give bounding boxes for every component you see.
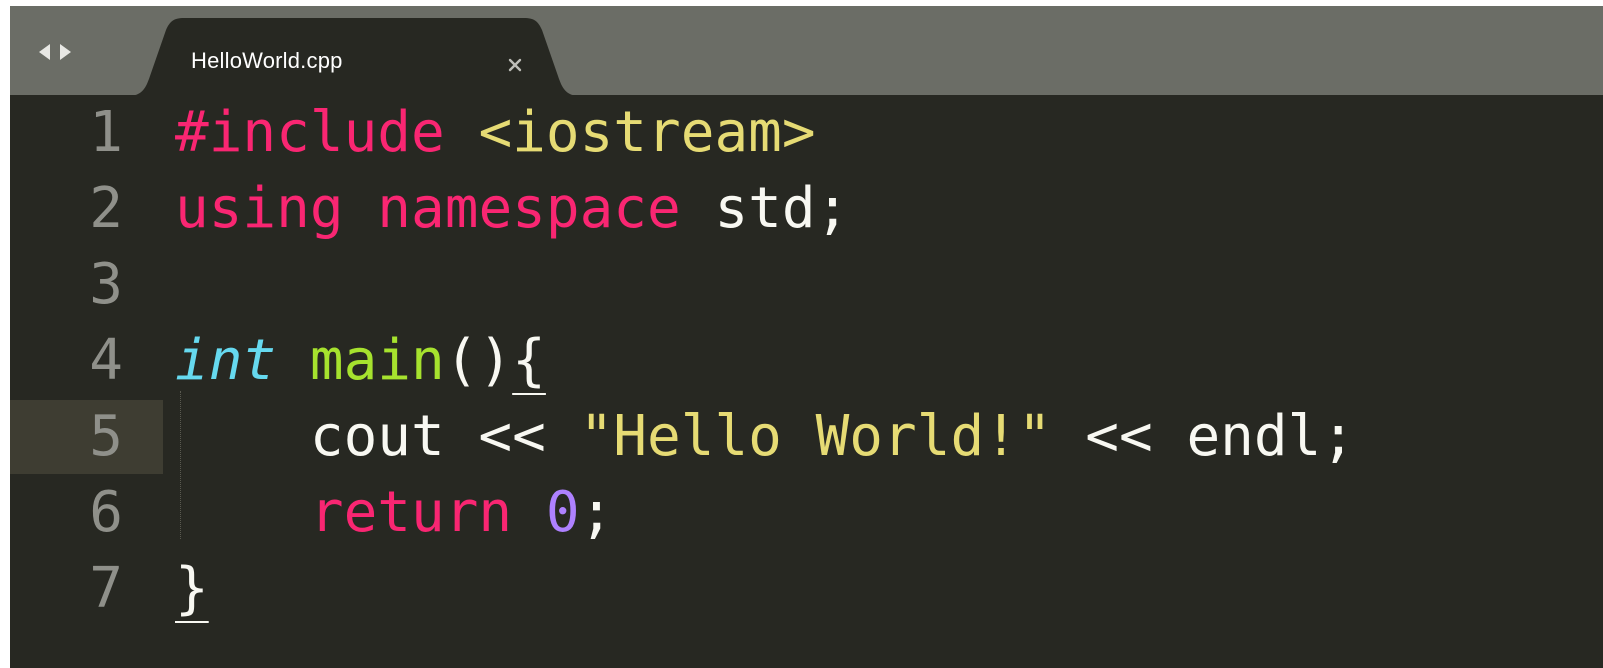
code-line[interactable]: 1 #include <iostream> bbox=[10, 95, 1603, 171]
tab-label: HelloWorld.cpp bbox=[191, 48, 343, 73]
line-number: 7 bbox=[89, 556, 123, 621]
code-token: } bbox=[175, 556, 209, 621]
code-text[interactable]: return 0; bbox=[175, 475, 613, 551]
line-number: 3 bbox=[89, 252, 123, 317]
code-token: () bbox=[444, 328, 513, 393]
line-number: 1 bbox=[89, 100, 123, 165]
editor-window: HelloWorld.cpp 1 #include <iostream> 2 usin… bbox=[10, 6, 1603, 668]
line-number: 6 bbox=[89, 480, 123, 545]
code-text[interactable]: using namespace std; bbox=[175, 171, 849, 247]
line-number: 4 bbox=[89, 328, 123, 393]
code-token: namespace bbox=[377, 176, 681, 241]
close-icon[interactable] bbox=[506, 56, 524, 74]
code-token: using bbox=[175, 176, 344, 241]
line-number: 2 bbox=[89, 176, 123, 241]
right-arrow-icon[interactable] bbox=[58, 43, 72, 66]
code-text[interactable]: #include <iostream> bbox=[175, 95, 816, 171]
code-text[interactable]: } bbox=[175, 551, 209, 627]
code-token: #include bbox=[175, 100, 445, 165]
code-editor[interactable]: 1 #include <iostream> 2 using namespace std… bbox=[10, 95, 1603, 668]
code-text[interactable]: int main(){ bbox=[175, 323, 546, 399]
code-text[interactable]: cout << "Hello World!" << endl; bbox=[175, 399, 1355, 475]
code-token: main bbox=[309, 328, 445, 393]
code-line[interactable]: 2 using namespace std; bbox=[10, 171, 1603, 247]
code-token: return bbox=[309, 480, 513, 545]
code-line[interactable]: 7} bbox=[10, 551, 1603, 627]
left-arrow-icon[interactable] bbox=[38, 43, 52, 66]
code-token: ; bbox=[579, 480, 614, 545]
tab-helloworld[interactable]: HelloWorld.cpp bbox=[128, 18, 580, 96]
code-token: <iostream> bbox=[478, 100, 816, 165]
code-token: { bbox=[512, 328, 546, 393]
line-number: 5 bbox=[89, 404, 123, 469]
code-token: std; bbox=[680, 176, 850, 241]
code-token: << endl; bbox=[1051, 404, 1356, 469]
code-token: cout << bbox=[175, 404, 580, 469]
code-line[interactable]: 6 return 0; bbox=[10, 475, 1603, 551]
tab-bar: HelloWorld.cpp bbox=[10, 6, 1603, 96]
code-token: int bbox=[175, 328, 277, 393]
code-line[interactable]: 3 bbox=[10, 247, 1603, 323]
tab-navigation bbox=[38, 43, 72, 66]
code-line[interactable]: 4 int main(){ bbox=[10, 323, 1603, 399]
code-token: "Hello World!" bbox=[579, 404, 1052, 469]
code-token: 0 bbox=[545, 480, 580, 545]
code-line[interactable]: 5 cout << "Hello World!" << endl; bbox=[10, 399, 1603, 475]
